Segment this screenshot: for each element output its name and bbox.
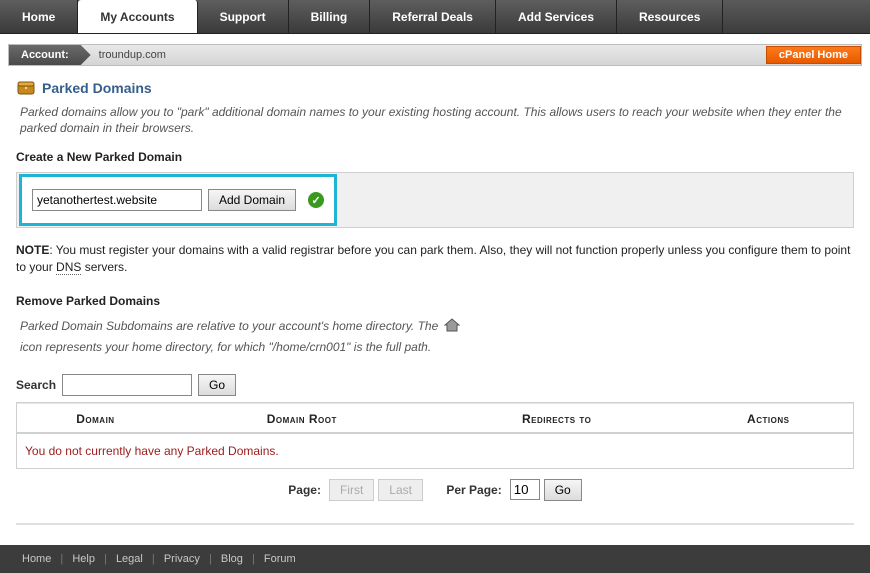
table-empty-message: You do not currently have any Parked Dom…	[17, 433, 853, 468]
check-ok-icon: ✓	[308, 192, 324, 208]
account-label: Account:	[9, 45, 91, 65]
account-bar: Account: troundup.com cPanel Home	[8, 44, 862, 66]
search-input[interactable]	[62, 374, 192, 396]
footer: Home | Help | Legal | Privacy | Blog | F…	[0, 545, 870, 573]
col-actions: Actions	[683, 403, 853, 433]
note-text: NOTE: You must register your domains wit…	[16, 242, 854, 276]
footer-link-privacy[interactable]: Privacy	[164, 553, 200, 565]
footer-link-help[interactable]: Help	[72, 553, 95, 565]
nav-tab-billing[interactable]: Billing	[289, 0, 371, 33]
nav-tab-resources[interactable]: Resources	[617, 0, 723, 33]
perpage-go-button[interactable]: Go	[544, 479, 582, 501]
create-heading: Create a New Parked Domain	[16, 150, 854, 164]
footer-link-home[interactable]: Home	[22, 553, 51, 565]
domains-table: DomainDomain RootRedirects toActions You…	[17, 403, 853, 468]
remove-intro: Parked Domain Subdomains are relative to…	[20, 316, 854, 356]
nav-tab-support[interactable]: Support	[198, 0, 289, 33]
nav-tab-my-accounts[interactable]: My Accounts	[78, 0, 197, 33]
col-domain-root: Domain Root	[174, 403, 430, 433]
col-domain: Domain	[17, 403, 174, 433]
footer-link-legal[interactable]: Legal	[116, 553, 143, 565]
footer-link-forum[interactable]: Forum	[264, 553, 296, 565]
remove-heading: Remove Parked Domains	[16, 294, 854, 308]
create-panel: Add Domain ✓	[16, 172, 854, 228]
col-redirects-to: Redirects to	[430, 403, 684, 433]
cpanel-home-button[interactable]: cPanel Home	[766, 46, 861, 64]
page-last-button[interactable]: Last	[378, 479, 423, 501]
parked-domains-icon	[16, 78, 36, 98]
page-label: Page:	[288, 483, 321, 497]
paginator: Page: First Last Per Page: Go	[16, 479, 854, 501]
page-title: Parked Domains	[42, 80, 152, 96]
account-domain: troundup.com	[91, 49, 166, 61]
search-label: Search	[16, 378, 56, 392]
footer-link-blog[interactable]: Blog	[221, 553, 243, 565]
domains-table-wrap: DomainDomain RootRedirects toActions You…	[16, 402, 854, 469]
perpage-label: Per Page:	[446, 483, 501, 497]
create-highlight: Add Domain ✓	[19, 174, 337, 226]
home-icon	[444, 318, 460, 332]
page-intro: Parked domains allow you to "park" addit…	[20, 104, 854, 136]
search-row: Search Go	[16, 374, 854, 396]
nav-tab-referral-deals[interactable]: Referral Deals	[370, 0, 496, 33]
perpage-input[interactable]	[510, 479, 540, 500]
page-first-button[interactable]: First	[329, 479, 374, 501]
nav-tab-add-services[interactable]: Add Services	[496, 0, 617, 33]
top-nav: HomeMy AccountsSupportBillingReferral De…	[0, 0, 870, 34]
nav-tab-home[interactable]: Home	[0, 0, 78, 33]
parked-domain-input[interactable]	[32, 189, 202, 211]
add-domain-button[interactable]: Add Domain	[208, 189, 296, 211]
search-go-button[interactable]: Go	[198, 374, 236, 396]
